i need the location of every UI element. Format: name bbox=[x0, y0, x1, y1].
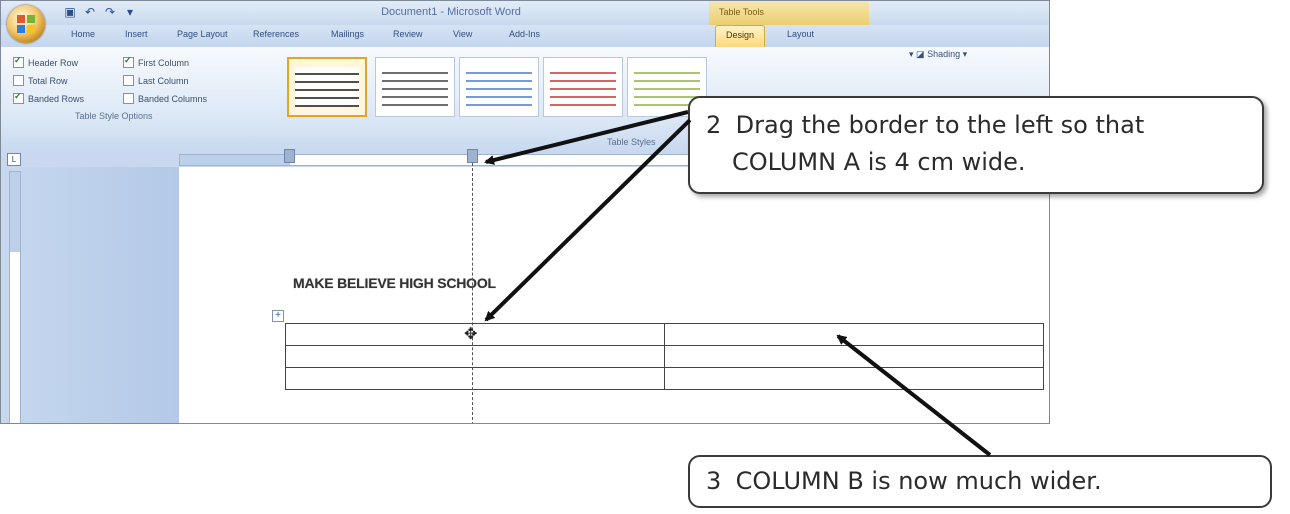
callout-step-3: 3 COLUMN B is now much wider. bbox=[688, 455, 1272, 508]
style-preview bbox=[550, 66, 616, 108]
table-row bbox=[285, 345, 1044, 368]
vertical-ruler[interactable] bbox=[9, 171, 21, 423]
table-cell[interactable] bbox=[664, 345, 1044, 368]
callout-line-1: 2 Drag the border to the left so that bbox=[706, 107, 1248, 144]
checkbox[interactable] bbox=[13, 91, 24, 104]
ribbon-tabs: Home Insert Page Layout References Maili… bbox=[1, 25, 1049, 47]
tab-insert[interactable]: Insert bbox=[125, 29, 148, 39]
banded-columns-option[interactable]: Banded Columns bbox=[123, 93, 207, 104]
title-bar: ▣ ↶ ↷ ▾ Document1 - Microsoft Word Table… bbox=[1, 1, 1049, 25]
callout-step-2: 2 Drag the border to the left so that CO… bbox=[688, 96, 1264, 194]
table-style-options-label: Table Style Options bbox=[75, 111, 153, 121]
table-style-thumb[interactable] bbox=[459, 57, 539, 117]
last-column-option[interactable]: Last Column bbox=[123, 75, 189, 86]
checkbox[interactable] bbox=[123, 75, 134, 86]
ruler-margin bbox=[10, 172, 20, 252]
style-preview bbox=[382, 66, 448, 108]
drag-guide-line bbox=[472, 163, 473, 423]
shading-label: Shading bbox=[927, 49, 961, 59]
tab-mailings[interactable]: Mailings bbox=[331, 29, 364, 39]
table-cell[interactable] bbox=[285, 345, 665, 368]
table-cell[interactable] bbox=[664, 323, 1044, 346]
header-row-option[interactable]: Header Row bbox=[13, 55, 79, 68]
left-margin-area bbox=[1, 167, 179, 423]
option-label: Banded Columns bbox=[138, 93, 208, 104]
tab-layout[interactable]: Layout bbox=[787, 29, 814, 39]
ruler-margin bbox=[180, 155, 290, 165]
column-border-marker[interactable] bbox=[467, 149, 478, 163]
tab-page-layout[interactable]: Page Layout bbox=[177, 29, 228, 39]
option-label: Banded Rows bbox=[28, 93, 85, 104]
checkbox[interactable] bbox=[13, 55, 24, 68]
style-preview bbox=[466, 66, 532, 108]
step-number: 3 bbox=[706, 467, 722, 495]
table-row bbox=[285, 367, 1044, 390]
table-tools-context: Table Tools bbox=[709, 1, 869, 25]
document-heading[interactable]: MAKE BELIEVE HIGH SCHOOL bbox=[293, 275, 496, 291]
total-row-option[interactable]: Total Row bbox=[13, 75, 68, 86]
checkbox[interactable] bbox=[13, 75, 24, 86]
tab-home[interactable]: Home bbox=[71, 29, 95, 39]
tab-view[interactable]: View bbox=[453, 29, 472, 39]
callout-text: COLUMN B is now much wider. bbox=[735, 467, 1102, 495]
callout-line-2: COLUMN A is 4 cm wide. bbox=[732, 148, 1026, 176]
table-style-thumb[interactable] bbox=[543, 57, 623, 117]
tab-design[interactable]: Design bbox=[715, 25, 766, 47]
table-styles-label: Table Styles bbox=[607, 137, 656, 147]
table-cell[interactable] bbox=[664, 367, 1044, 390]
table-tools-label: Table Tools bbox=[719, 7, 764, 17]
table-cell[interactable] bbox=[285, 367, 665, 390]
banded-rows-option[interactable]: Banded Rows bbox=[13, 91, 85, 104]
resize-cursor-icon: ✥ bbox=[464, 326, 478, 343]
style-preview bbox=[295, 67, 359, 107]
option-label: Header Row bbox=[28, 57, 79, 68]
tab-references[interactable]: References bbox=[253, 29, 299, 39]
option-label: Total Row bbox=[28, 75, 68, 86]
office-logo-icon bbox=[17, 15, 35, 33]
option-label: Last Column bbox=[138, 75, 189, 86]
table-style-thumb[interactable] bbox=[375, 57, 455, 117]
tab-review[interactable]: Review bbox=[393, 29, 423, 39]
tab-add-ins[interactable]: Add-Ins bbox=[509, 29, 540, 39]
tab-selector[interactable]: L bbox=[7, 153, 21, 166]
column-marker[interactable] bbox=[284, 149, 295, 163]
shading-button[interactable]: ▾ ◪ Shading ▾ bbox=[909, 49, 967, 60]
shading-icon: ◪ bbox=[916, 49, 925, 59]
table-style-thumb[interactable] bbox=[287, 57, 367, 117]
checkbox[interactable] bbox=[123, 93, 134, 104]
word-window: ▣ ↶ ↷ ▾ Document1 - Microsoft Word Table… bbox=[0, 0, 1050, 424]
checkbox[interactable] bbox=[123, 55, 134, 68]
step-number: 2 bbox=[706, 111, 722, 139]
table-move-handle[interactable]: + bbox=[272, 310, 284, 322]
callout-text: Drag the border to the left so that bbox=[735, 111, 1145, 139]
first-column-option[interactable]: First Column bbox=[123, 55, 190, 68]
table-row bbox=[285, 323, 1044, 346]
office-button[interactable] bbox=[7, 5, 45, 43]
document-table[interactable] bbox=[285, 323, 1044, 390]
option-label: First Column bbox=[138, 57, 190, 68]
